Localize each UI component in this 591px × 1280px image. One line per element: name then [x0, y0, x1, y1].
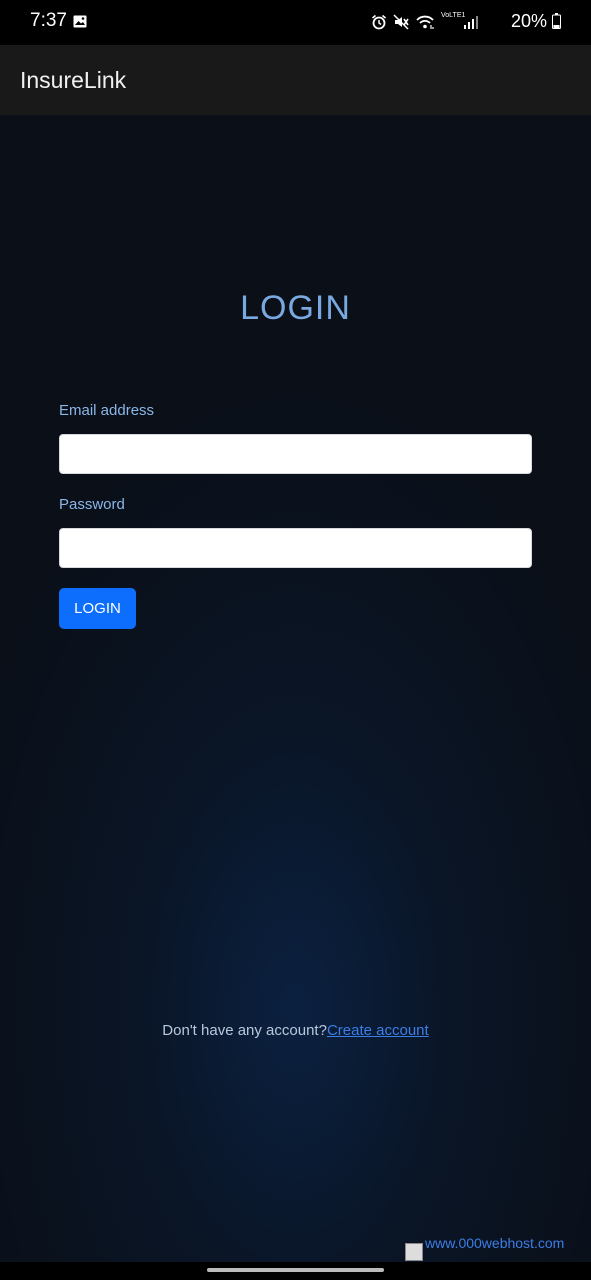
status-icons: VoLTE1 20%: [371, 11, 561, 34]
password-label: Password: [59, 496, 125, 513]
battery-percent: 20%: [510, 11, 547, 31]
gallery-icon: [73, 15, 87, 28]
login-page: LOGIN Email address Password LOGIN Don't…: [0, 115, 591, 1262]
status-time: 7:37: [30, 10, 67, 31]
login-heading: LOGIN: [240, 289, 351, 327]
email-field[interactable]: [59, 434, 532, 474]
webhost-badge-text: www.000webhost.com: [425, 1235, 565, 1251]
home-indicator[interactable]: [207, 1268, 384, 1272]
app-title: InsureLink: [20, 67, 127, 93]
password-field[interactable]: [59, 528, 532, 568]
alarm-icon: [371, 14, 387, 30]
volte-icon: VoLTE1: [441, 12, 466, 19]
email-label: Email address: [59, 402, 155, 419]
login-button[interactable]: LOGIN: [59, 588, 136, 629]
broken-image-icon: [405, 1243, 423, 1261]
status-bar: 7:37 VoLTE1 20%: [0, 0, 591, 45]
signup-prompt: Don't have any account?Create account: [0, 1022, 591, 1039]
wifi-icon: [416, 15, 434, 29]
mute-icon: [393, 14, 409, 30]
create-account-link[interactable]: Create account: [327, 1022, 429, 1039]
navigation-bar: [0, 1262, 591, 1280]
signup-prompt-text: Don't have any account?: [162, 1022, 327, 1039]
signal-icon: [464, 16, 478, 29]
battery-icon: [552, 13, 561, 29]
app-bar: InsureLink: [0, 45, 591, 115]
